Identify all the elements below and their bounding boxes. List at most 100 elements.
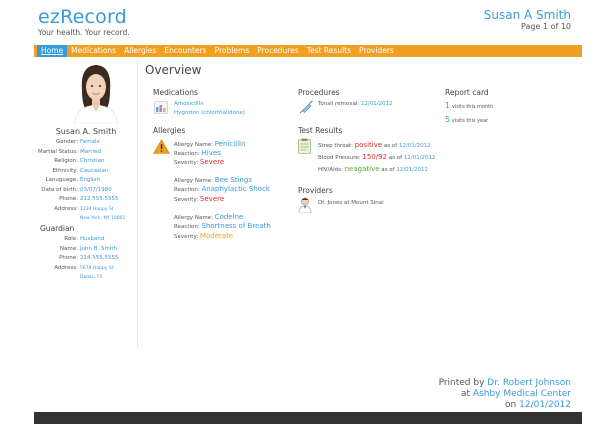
allergy-severity: Moderate <box>199 232 234 240</box>
year-label: visits this year <box>451 118 489 124</box>
footer-bar <box>34 412 582 424</box>
patient-photo <box>70 60 122 124</box>
guardian-row: Phone: 214.555.5555 <box>34 254 138 264</box>
visits-this-month: 1 visits this month <box>445 101 493 110</box>
doctor-icon <box>298 197 312 213</box>
patient-header: Susan A Smith Page 1 of 10 <box>484 8 571 31</box>
procedure-date[interactable]: 12/01/2012 <box>361 101 393 107</box>
demographics: Gender: Female Martial Status: Married Rel… <box>34 138 138 224</box>
print-date: 12/01/2012 <box>519 400 571 410</box>
reaction-label: Reaction: <box>174 151 200 157</box>
syringe-icon <box>299 100 313 114</box>
allergy-reaction: Hives <box>201 149 221 157</box>
allergy-name-label: Allergy Name: <box>174 215 213 221</box>
header-patient-name: Susan A Smith <box>483 8 571 22</box>
procedures-title: Procedures <box>298 88 340 97</box>
medication-item[interactable]: Hygroton (chlorthalidone) <box>174 110 245 116</box>
guardian-row: Dallas, TX <box>34 273 138 283</box>
allergy-severity: Severe <box>199 195 225 203</box>
guardian-label: Role: <box>64 236 78 242</box>
allergy-severity: Severe <box>199 158 225 166</box>
allergy-name-label: Allergy Name: <box>174 178 213 184</box>
demo-label <box>34 214 80 224</box>
allergy-reaction: Anaphylactic Shock <box>201 185 270 193</box>
test-results-title: Test Results <box>298 126 343 135</box>
medical-center[interactable]: Ashby Medical Center <box>473 389 571 399</box>
month-label: visits this month <box>451 104 494 110</box>
guardian-value: John B. Smith <box>80 245 117 252</box>
nav-encounters[interactable]: Encounters <box>160 45 210 57</box>
brand-tagline: Your health. Your record. <box>38 28 130 37</box>
test-date[interactable]: 12/01/2012 <box>399 143 431 149</box>
allergy-name-label: Allergy Name: <box>174 142 213 148</box>
nav-providers[interactable]: Providers <box>355 45 398 57</box>
as-of-label: as of <box>381 167 395 173</box>
printing-doctor[interactable]: Dr. Robert Johnson <box>487 378 571 388</box>
allergy-name[interactable]: Bee Stings <box>215 176 252 184</box>
allergy-name[interactable]: Penicillin <box>215 140 246 148</box>
reaction-label: Reaction: <box>174 224 200 230</box>
guardian-info: Role: Husband Name: John B. Smith Phone: 21… <box>34 235 138 283</box>
demo-label: Religion: <box>54 158 78 164</box>
test-result: neagative <box>344 165 380 173</box>
guardian-row: Name: John B. Smith <box>34 245 138 255</box>
demographic-row: Religion: Christian <box>34 157 138 167</box>
medication-icon <box>154 101 168 114</box>
guardian-value: Dallas, TX <box>80 275 103 280</box>
nav-procedures[interactable]: Procedures <box>253 45 303 57</box>
demographic-row: Date of birth: 03/07/1980 <box>34 186 138 196</box>
visits-this-year: 5 visits this year <box>445 115 488 124</box>
demo-value: 1234 Happy St <box>80 206 114 212</box>
nav-medications[interactable]: Medications <box>67 45 120 57</box>
test-result-row: Blood Pressure: 150/92 as of 12/01/2012 <box>318 153 436 161</box>
test-name: Blood Pressure: <box>318 155 361 161</box>
demo-value: English <box>80 177 100 183</box>
medication-item[interactable]: Amoxicillin <box>174 101 204 107</box>
demographic-row: New York, NY 10001 <box>34 214 138 224</box>
provider-name[interactable]: Dr. Jones at Mount Sinai <box>318 200 384 206</box>
severity-label: Severity: <box>174 160 199 166</box>
guardian-label <box>34 273 80 283</box>
nav-problems[interactable]: Problems <box>211 45 254 57</box>
on-label: on <box>505 400 517 410</box>
guardian-label: Name: <box>59 245 78 252</box>
nav-test-results[interactable]: Test Results <box>303 45 355 57</box>
test-name: HIV/Aids: <box>318 167 343 173</box>
procedure-name: Tonsil removal: <box>318 101 360 107</box>
demo-value: 212.555.5555 <box>80 196 119 202</box>
nav-allergies[interactable]: Allergies <box>120 45 160 57</box>
as-of-label: as of <box>383 143 398 149</box>
brand-name: ezRecord <box>38 6 127 28</box>
guardian-row: Address: 5678 Happy St <box>34 264 138 274</box>
demo-value: Christian <box>80 158 105 164</box>
guardian-label: Address: <box>54 264 78 271</box>
logo: ezRecord Your health. Your record. <box>38 6 130 38</box>
main-nav: Home Medications Allergies Encounters Pr… <box>34 45 582 57</box>
sidebar-patient-name: Susan A. Smith <box>55 127 117 136</box>
test-date[interactable]: 12/01/2012 <box>404 155 436 161</box>
warning-icon <box>153 139 170 154</box>
printed-by-block: Printed by Dr. Robert Johnson at Ashby M… <box>439 378 571 411</box>
demographic-row: Phone: 212.555.5555 <box>34 195 138 205</box>
guardian-value: Husband <box>80 236 105 242</box>
demo-label: Lanuguage: <box>45 177 78 183</box>
guardian-value: 5678 Happy St <box>80 265 114 271</box>
test-date[interactable]: 12/01/2012 <box>396 167 428 173</box>
report-card-title: Report card <box>445 88 489 97</box>
guardian-title: Guardian <box>40 224 75 233</box>
providers-title: Providers <box>298 186 333 195</box>
demo-value: Female <box>80 139 100 145</box>
demo-label: Address: <box>54 205 78 212</box>
demo-label: Date of birth: <box>41 186 78 193</box>
test-name: Strep throat: <box>318 143 353 149</box>
guardian-value: 214.555.5555 <box>80 255 119 261</box>
severity-label: Severity: <box>174 197 199 203</box>
test-result-row: HIV/Aids: neagative as of 12/01/2012 <box>318 165 428 173</box>
demo-value: Caucasian <box>80 167 109 174</box>
at-label: at <box>460 389 471 399</box>
demo-value: New York, NY 10001 <box>80 216 126 221</box>
allergy-name[interactable]: Codeine <box>215 213 244 221</box>
nav-home[interactable]: Home <box>37 45 68 57</box>
demo-label: Ethnicity: <box>52 167 78 174</box>
demographic-row: Lanuguage: English <box>34 176 138 186</box>
